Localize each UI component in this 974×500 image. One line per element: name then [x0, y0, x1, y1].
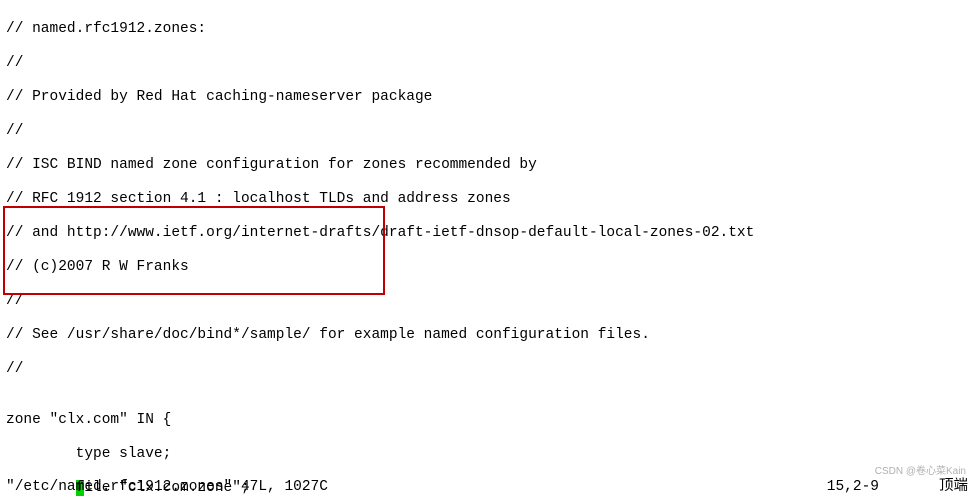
code-line: // RFC 1912 section 4.1 : localhost TLDs… [6, 191, 968, 208]
status-position: 15,2-9 [827, 479, 879, 496]
vim-status-bar: "/etc/named.rfc1912.zones" 47L, 1027C 15… [6, 479, 968, 496]
status-scroll: 顶端 [939, 479, 968, 496]
status-file: "/etc/named.rfc1912.zones" 47L, 1027C [6, 479, 328, 496]
editor-content[interactable]: // named.rfc1912.zones: // // Provided b… [0, 0, 974, 500]
code-line: // named.rfc1912.zones: [6, 21, 968, 38]
code-line: zone "clx.com" IN { [6, 412, 968, 429]
code-line: // ISC BIND named zone configuration for… [6, 157, 968, 174]
code-line: type slave; [6, 446, 968, 463]
code-line: // and http://www.ietf.org/internet-draf… [6, 225, 968, 242]
code-line: // [6, 293, 968, 310]
code-line: // See /usr/share/doc/bind*/sample/ for … [6, 327, 968, 344]
code-line: // [6, 123, 968, 140]
code-line: // Provided by Red Hat caching-nameserve… [6, 89, 968, 106]
code-line: // [6, 361, 968, 378]
code-line: // [6, 55, 968, 72]
code-line: // (c)2007 R W Franks [6, 259, 968, 276]
watermark: CSDN @卷心菜Kain [875, 463, 966, 480]
